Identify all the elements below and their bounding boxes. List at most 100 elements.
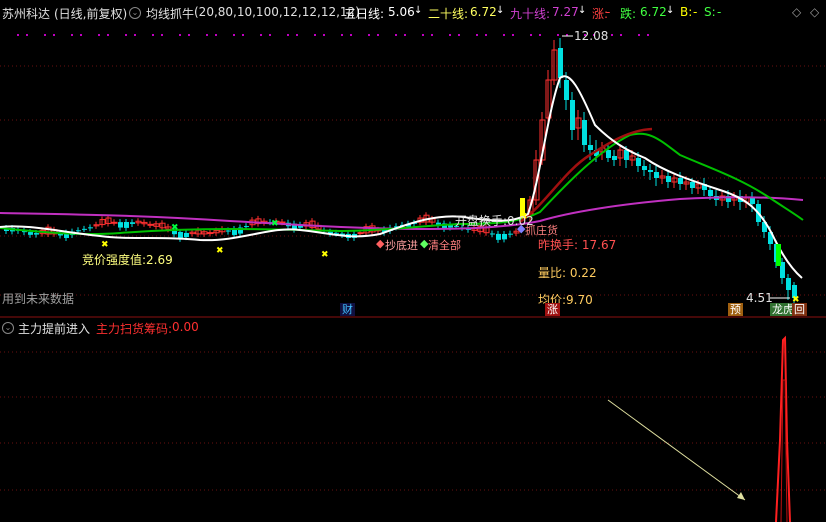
signal-dot (71, 34, 73, 36)
candle (558, 48, 563, 78)
candle (34, 233, 39, 235)
svg-text:✖: ✖ (101, 240, 109, 250)
event-tag-yu[interactable]: 预 (728, 303, 743, 316)
signal-dot (53, 34, 55, 36)
signal-dot (539, 34, 541, 36)
svg-text:✖: ✖ (321, 250, 329, 260)
volume-ratio-label: 量比: 0.22 (538, 266, 597, 280)
signal-dot (485, 34, 487, 36)
signal-dot (260, 34, 262, 36)
candle (184, 232, 189, 238)
sub-series-label: 主力扫货筹码: (96, 322, 173, 336)
candle (334, 232, 339, 234)
signal-dot (269, 34, 271, 36)
maiquanbu-signal-label: 清全部 (428, 239, 461, 252)
signal-dot (80, 34, 82, 36)
signal-dot (161, 34, 163, 36)
signal-dot (449, 34, 451, 36)
green-signal-bar (776, 244, 781, 266)
signal-dot (431, 34, 433, 36)
signal-dot (557, 34, 559, 36)
chaodi-signal-label: 抄底进 (385, 239, 418, 252)
candle (582, 120, 587, 145)
auction-strength-label: 竞价强度值:2.69 (82, 253, 173, 267)
prev-turnover-label: 昨换手: 17.67 (538, 238, 617, 252)
signal-dot (107, 34, 109, 36)
signal-dot (314, 34, 316, 36)
candle (118, 222, 123, 228)
signal-dot (179, 34, 181, 36)
candle (606, 150, 611, 158)
signal-dot (512, 34, 514, 36)
candle (82, 228, 87, 230)
candle (636, 158, 641, 166)
signal-dot (395, 34, 397, 36)
candle (786, 278, 791, 290)
signal-dot (350, 34, 352, 36)
candle (226, 230, 231, 232)
signal-dot (242, 34, 244, 36)
signal-dot (206, 34, 208, 36)
candle (357, 232, 364, 235)
sub-panel-header: ⌄ 主力提前进入 主力扫货筹码: 0.00 (0, 318, 826, 336)
trend-arrow-line (607, 399, 746, 501)
diamond-icon: ◆ (376, 237, 385, 250)
event-tag-hui[interactable]: 回 (792, 303, 807, 316)
candle (508, 233, 513, 235)
signal-dots-row (17, 34, 649, 36)
signal-dot (404, 34, 406, 36)
signal-dot (530, 34, 532, 36)
candle (648, 170, 653, 172)
signal-dot (368, 34, 370, 36)
candle (88, 227, 93, 229)
event-tag-zhang[interactable]: 涨 (545, 303, 560, 316)
event-tag-cai[interactable]: 财 (340, 303, 355, 316)
candle (654, 172, 659, 178)
signal-dot (611, 34, 613, 36)
candle (76, 230, 81, 232)
signal-dot (188, 34, 190, 36)
signal-dot (458, 34, 460, 36)
candle (666, 176, 671, 182)
candle (496, 233, 501, 240)
svg-text:✖: ✖ (216, 246, 224, 256)
signal-dot (341, 34, 343, 36)
main-force-series (775, 335, 791, 522)
signal-dot (134, 34, 136, 36)
signal-dot (647, 34, 649, 36)
candle (111, 221, 118, 224)
high-price-label: 12.08 (574, 29, 609, 43)
candle (690, 182, 695, 188)
signal-dot (215, 34, 217, 36)
candle (147, 223, 154, 226)
signal-dot (296, 34, 298, 36)
signal-dot (98, 34, 100, 36)
candle (28, 232, 33, 235)
signal-dot (638, 34, 640, 36)
signal-dot (233, 34, 235, 36)
candle (750, 198, 755, 204)
sub-indicator-menu-icon[interactable]: ⌄ (2, 322, 14, 334)
signal-dot (152, 34, 154, 36)
candle (244, 226, 249, 228)
candle (207, 232, 214, 235)
candle (678, 178, 683, 184)
candle (642, 166, 647, 170)
candle (612, 156, 617, 160)
low-price-label: 4.51 (746, 291, 773, 305)
candle (624, 150, 629, 160)
sub-series-value: 0.00 (172, 320, 199, 334)
signal-dot (503, 34, 505, 36)
signal-dot (323, 34, 325, 36)
diamond-icon: ◆ (420, 237, 429, 250)
candle (588, 145, 593, 150)
signal-dot (125, 34, 127, 36)
signal-dot (26, 34, 28, 36)
future-data-notice: 用到未来数据 (2, 292, 75, 306)
signal-dot (17, 34, 19, 36)
candle (124, 222, 129, 228)
signal-dot (422, 34, 424, 36)
candle (564, 80, 569, 100)
sub-panel-title[interactable]: 主力提前进入 (18, 320, 90, 337)
signal-dot (44, 34, 46, 36)
